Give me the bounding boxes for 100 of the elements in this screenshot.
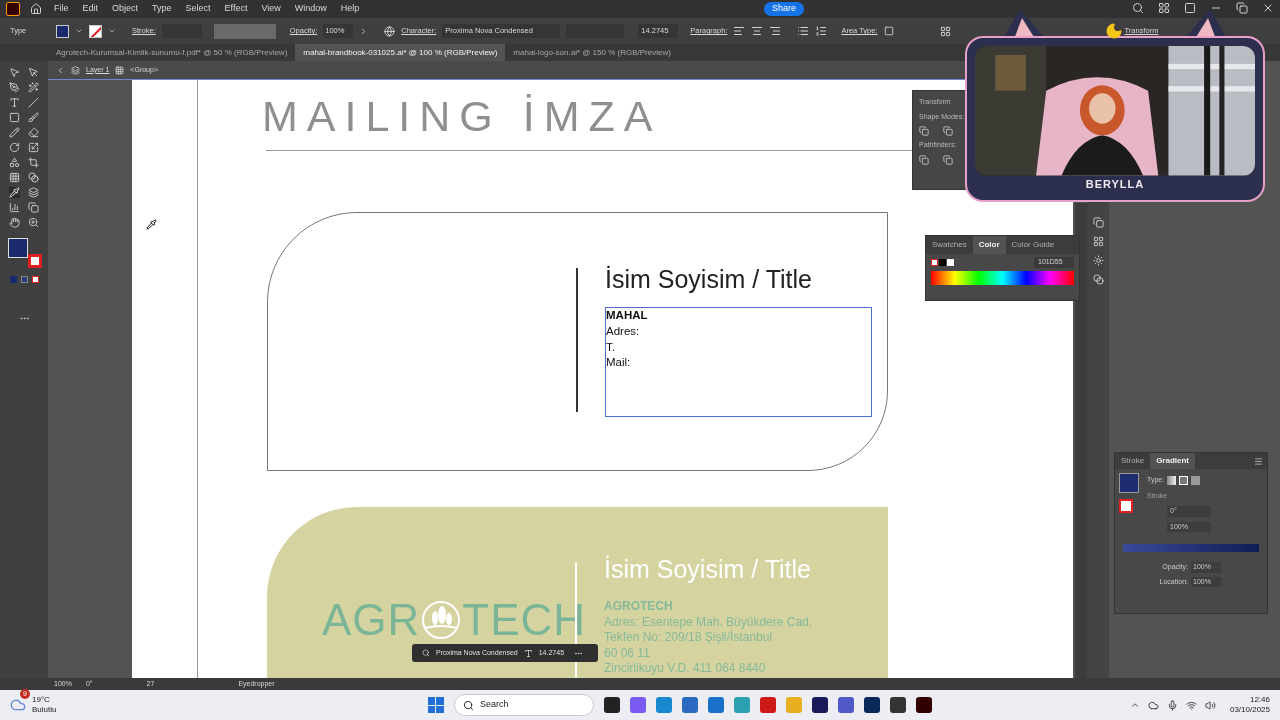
menu-item[interactable]: Object	[110, 2, 141, 16]
color-mode-icon[interactable]	[9, 276, 17, 283]
globe-icon[interactable]	[384, 25, 396, 37]
panel-tab[interactable]: Swatches	[926, 236, 973, 254]
brush-icon[interactable]	[28, 112, 39, 123]
search-icon[interactable]	[1132, 2, 1144, 14]
wand-icon[interactable]	[28, 82, 39, 93]
close-icon[interactable]	[1262, 2, 1274, 14]
app-icon[interactable]	[915, 697, 932, 713]
swatches-icon[interactable]	[1092, 236, 1104, 247]
eyedropper-icon[interactable]	[9, 187, 20, 198]
document-tab[interactable]: mahal-brandbook-031025.ai* @ 100 % (RGB/Preview)	[295, 44, 506, 61]
gradient-swatch[interactable]	[1119, 473, 1139, 493]
pointer-icon[interactable]	[9, 67, 20, 78]
app-logo-icon[interactable]	[6, 2, 20, 16]
line-icon[interactable]	[28, 97, 39, 108]
menu-item[interactable]: Help	[338, 2, 362, 16]
caret-icon[interactable]	[108, 27, 116, 35]
wifi-icon[interactable]	[1185, 699, 1197, 711]
panel-tab[interactable]: Gradient	[1150, 453, 1196, 469]
menu-item[interactable]: Window	[292, 2, 329, 16]
rectangle-icon[interactable]	[9, 112, 20, 123]
menu-item[interactable]: File	[52, 2, 71, 16]
swatch[interactable]	[939, 258, 946, 266]
align-icon[interactable]	[939, 25, 951, 37]
menu-item[interactable]: View	[259, 2, 283, 16]
none-mode-icon[interactable]	[31, 276, 39, 283]
app-icon[interactable]	[889, 697, 906, 713]
eyedropper-icon	[146, 219, 157, 230]
panel-tab[interactable]: Color	[972, 236, 1006, 254]
hand-icon[interactable]	[9, 217, 20, 228]
group-icon[interactable]	[115, 65, 125, 75]
swatch[interactable]	[947, 258, 954, 266]
search-icon[interactable]	[422, 649, 430, 657]
eraser-icon[interactable]	[28, 127, 39, 138]
app-icon[interactable]	[811, 697, 828, 713]
blend-icon[interactable]	[28, 172, 39, 183]
bullet-list-icon[interactable]	[797, 25, 810, 37]
contact-line: Zincirlikuyu V.D. 411 064 8440	[604, 661, 766, 677]
linear-icon[interactable]	[1167, 475, 1177, 485]
document-tab[interactable]: Agrotech-Kurumsal-Kimlik-sunumu-f.pdf* @ 50 % (RGB/Preview)	[48, 44, 296, 61]
align-right-icon[interactable]	[769, 25, 782, 37]
chart-icon[interactable]	[9, 202, 20, 213]
menu-item[interactable]: Type	[150, 2, 174, 16]
volume-icon[interactable]	[1204, 699, 1216, 711]
type-icon[interactable]	[9, 97, 20, 108]
home-icon[interactable]	[30, 3, 42, 15]
fill-swatch[interactable]	[56, 24, 69, 38]
pencil-icon[interactable]	[9, 127, 20, 138]
numbered-list-icon[interactable]	[815, 25, 828, 37]
search-icon	[462, 699, 474, 711]
scale-icon[interactable]	[28, 142, 39, 153]
area-type-icon[interactable]	[883, 26, 894, 36]
none-swatch[interactable]	[931, 258, 938, 266]
weather-icon[interactable]	[10, 697, 26, 713]
restore-icon[interactable]	[1236, 2, 1248, 14]
app-icon[interactable]	[863, 697, 880, 713]
color-spectrum[interactable]	[931, 270, 1074, 285]
start-icon[interactable]	[427, 697, 444, 713]
align-left-icon[interactable]	[733, 25, 746, 37]
microphone-icon[interactable]	[1166, 699, 1178, 711]
panel-tab[interactable]: Color Guide	[1005, 236, 1061, 254]
workspace-icon[interactable]	[1158, 2, 1170, 14]
gradient-mode-icon[interactable]	[20, 276, 28, 283]
share-button[interactable]: Share	[763, 2, 804, 16]
search-field[interactable]: Search	[453, 694, 594, 716]
window-icon[interactable]	[1184, 2, 1196, 14]
scrollbar[interactable]	[1075, 203, 1087, 678]
menu-item[interactable]: Select	[183, 2, 213, 16]
shapes-icon[interactable]	[9, 157, 20, 168]
caret-icon[interactable]	[75, 27, 83, 35]
style-field[interactable]	[213, 23, 276, 39]
contact-line: Tekfen No: 209/18 Şişli/İstanbul	[604, 630, 773, 646]
chevron-icon[interactable]	[1129, 700, 1140, 710]
menu-item[interactable]: Edit	[80, 2, 101, 16]
menu-item[interactable]: Effect	[222, 2, 250, 16]
app-icon[interactable]	[603, 697, 620, 713]
font-size-icon[interactable]	[523, 648, 533, 658]
temperature: 19°C	[32, 695, 51, 705]
stroke-swatch[interactable]	[28, 254, 42, 268]
pointer-icon[interactable]	[28, 67, 39, 78]
card-title: İsim Soyisim / Title	[605, 264, 812, 295]
menu-icon[interactable]	[1254, 456, 1263, 466]
pen-icon[interactable]	[9, 82, 20, 93]
fill-swatch[interactable]	[8, 238, 28, 258]
weather-text: Bulutlu	[32, 705, 57, 715]
back-icon[interactable]	[56, 65, 65, 75]
document-tab[interactable]: mahal-logo-son.ai* @ 150 % (RGB/Preview)	[505, 44, 679, 61]
cloud-icon[interactable]	[1147, 699, 1159, 711]
align-center-icon[interactable]	[751, 25, 764, 37]
layer-icon[interactable]	[71, 65, 80, 75]
zoom-icon[interactable]	[28, 217, 39, 228]
stroke-swatch[interactable]	[1119, 499, 1133, 513]
grid-icon[interactable]	[9, 172, 20, 183]
panel-tab[interactable]: Stroke	[1115, 453, 1151, 469]
layers-icon[interactable]	[28, 187, 39, 198]
radial-icon[interactable]	[1179, 475, 1189, 485]
contact-line: Adres:	[606, 323, 640, 339]
crop-icon[interactable]	[28, 157, 39, 168]
rotate-icon[interactable]	[9, 142, 20, 153]
